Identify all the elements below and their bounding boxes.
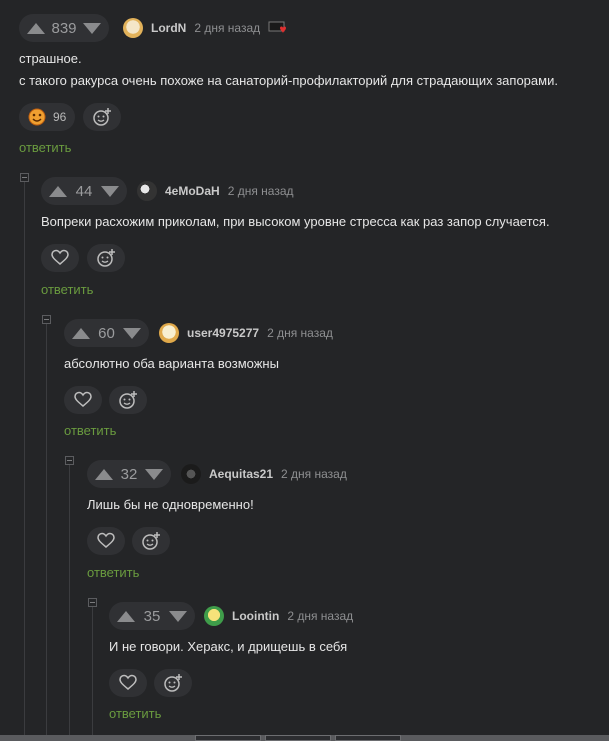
rating-score: 32 bbox=[120, 465, 138, 483]
like-button[interactable] bbox=[64, 386, 102, 414]
comment-time[interactable]: 2 дня назад bbox=[228, 184, 294, 198]
comment-text: абсолютно оба варианта возможны bbox=[64, 356, 279, 371]
reaction-button[interactable]: 96 bbox=[19, 103, 75, 131]
reply-link[interactable]: ответить bbox=[109, 706, 161, 721]
heart-icon bbox=[74, 391, 92, 407]
rating-score: 60 bbox=[98, 324, 115, 342]
add-reaction-button[interactable] bbox=[87, 244, 125, 272]
collapse-icon[interactable] bbox=[88, 598, 97, 607]
comment-author: user4975277 2 дня назад bbox=[159, 319, 333, 347]
add-reaction-icon bbox=[119, 391, 137, 409]
vote-widget: 60 bbox=[64, 319, 149, 347]
arrow-down-icon[interactable] bbox=[123, 327, 141, 339]
author-name[interactable]: LordN bbox=[151, 21, 186, 35]
toolbar-tab[interactable] bbox=[265, 735, 331, 741]
badge-icon bbox=[268, 21, 287, 33]
author-name[interactable]: 4eMoDaH bbox=[165, 184, 220, 198]
comment-time[interactable]: 2 дня назад bbox=[287, 609, 353, 623]
arrow-down-icon[interactable] bbox=[83, 22, 101, 34]
comment-author: Aequitas21 2 дня назад bbox=[181, 460, 347, 488]
comment-time[interactable]: 2 дня назад bbox=[267, 326, 333, 340]
add-reaction-button[interactable] bbox=[154, 669, 192, 697]
reply-link[interactable]: ответить bbox=[41, 282, 93, 297]
avatar[interactable] bbox=[181, 464, 201, 484]
author-name[interactable]: Aequitas21 bbox=[209, 467, 273, 481]
thread-line[interactable] bbox=[69, 465, 70, 741]
comment-text: Лишь бы не одновременно! bbox=[87, 497, 254, 512]
reply-link[interactable]: ответить bbox=[64, 423, 116, 438]
comment-time[interactable]: 2 дня назад bbox=[194, 21, 260, 35]
avatar[interactable] bbox=[159, 323, 179, 343]
comment-text: с такого ракурса очень похоже на санатор… bbox=[19, 73, 558, 88]
arrow-up-icon[interactable] bbox=[95, 468, 113, 480]
avatar[interactable] bbox=[137, 181, 157, 201]
like-button[interactable] bbox=[109, 669, 147, 697]
arrow-up-icon[interactable] bbox=[27, 22, 45, 34]
reply-link[interactable]: ответить bbox=[87, 565, 139, 580]
collapse-icon[interactable] bbox=[20, 173, 29, 182]
add-reaction-icon bbox=[142, 532, 160, 550]
comment-time[interactable]: 2 дня назад bbox=[281, 467, 347, 481]
add-reaction-button[interactable] bbox=[109, 386, 147, 414]
heart-icon bbox=[51, 249, 69, 265]
rating-score: 44 bbox=[75, 182, 93, 200]
arrow-down-icon[interactable] bbox=[101, 185, 119, 197]
arrow-up-icon[interactable] bbox=[49, 185, 67, 197]
comment-text: И не говори. Херакс, и дрищешь в себя bbox=[109, 639, 348, 654]
smiling-face-icon bbox=[28, 108, 46, 126]
comment-author: 4eMoDaH 2 дня назад bbox=[137, 177, 294, 205]
vote-widget: 35 bbox=[109, 602, 195, 630]
avatar[interactable] bbox=[204, 606, 224, 626]
vote-widget: 44 bbox=[41, 177, 127, 205]
collapse-icon[interactable] bbox=[42, 315, 51, 324]
add-reaction-button[interactable] bbox=[132, 527, 170, 555]
arrow-down-icon[interactable] bbox=[169, 610, 187, 622]
arrow-up-icon[interactable] bbox=[117, 610, 135, 622]
comment-text: Вопреки расхожим приколам, при высоком у… bbox=[41, 214, 550, 229]
rating-score: 839 bbox=[51, 19, 77, 37]
toolbar-tab[interactable] bbox=[195, 735, 261, 741]
arrow-down-icon[interactable] bbox=[145, 468, 163, 480]
comment-text: страшное. bbox=[19, 51, 82, 66]
heart-icon bbox=[97, 532, 115, 548]
thread-line[interactable] bbox=[46, 324, 47, 741]
add-reaction-icon bbox=[164, 674, 182, 692]
bottom-toolbar bbox=[0, 735, 609, 741]
avatar[interactable] bbox=[123, 18, 143, 38]
thread-line[interactable] bbox=[24, 182, 25, 741]
vote-widget: 32 bbox=[87, 460, 171, 488]
heart-icon bbox=[119, 674, 137, 690]
comment-author: LordN 2 дня назад bbox=[123, 14, 290, 42]
rating-score: 35 bbox=[143, 607, 161, 625]
add-reaction-icon bbox=[93, 108, 111, 126]
thread-line[interactable] bbox=[92, 607, 93, 741]
reaction-count: 96 bbox=[53, 110, 67, 124]
like-button[interactable] bbox=[87, 527, 125, 555]
arrow-up-icon[interactable] bbox=[72, 327, 90, 339]
toolbar-tab[interactable] bbox=[335, 735, 401, 741]
collapse-icon[interactable] bbox=[65, 456, 74, 465]
add-reaction-button[interactable] bbox=[83, 103, 121, 131]
add-reaction-icon bbox=[97, 249, 115, 267]
comment-author: Loointin 2 дня назад bbox=[204, 602, 353, 630]
like-button[interactable] bbox=[41, 244, 79, 272]
author-name[interactable]: user4975277 bbox=[187, 326, 259, 340]
vote-widget: 839 bbox=[19, 14, 109, 42]
reply-link[interactable]: ответить bbox=[19, 140, 71, 155]
author-name[interactable]: Loointin bbox=[232, 609, 279, 623]
